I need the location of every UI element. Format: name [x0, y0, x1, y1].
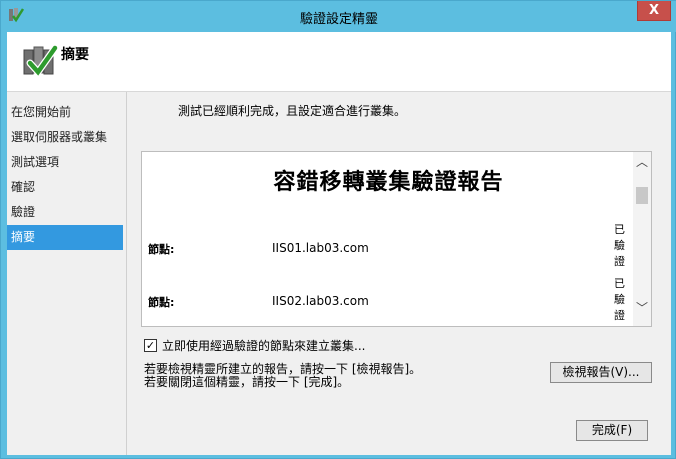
- wizard-steps-sidebar: 在您開始前 選取伺服器或叢集 測試選項 確認 驗證 摘要: [7, 92, 127, 455]
- sidebar-item-validating[interactable]: 驗證: [7, 200, 123, 225]
- close-button[interactable]: X: [637, 1, 671, 21]
- summary-panel: 測試已經順利完成，且設定適合進行叢集。 容錯移轉叢集驗證報告 節點: IIS01…: [128, 92, 671, 455]
- report-title: 容錯移轉叢集驗證報告: [273, 170, 504, 195]
- sidebar-item-testing-options[interactable]: 測試選項: [7, 150, 123, 175]
- wizard-window: 驗證設定精靈 X 摘要 在您開始前 選取伺服器或叢集 測試選項 確認 驗證 摘要…: [0, 0, 676, 459]
- finish-button[interactable]: 完成(F): [576, 420, 648, 441]
- create-cluster-label[interactable]: 立即使用經過驗證的節點來建立叢集...: [162, 337, 365, 354]
- sidebar-item-summary[interactable]: 摘要: [7, 225, 123, 250]
- scroll-down-icon[interactable]: ﹀: [633, 300, 651, 316]
- report-content: 容錯移轉叢集驗證報告 節點: IIS01.lab03.com 已驗證 節點: I…: [142, 152, 635, 326]
- title-bar[interactable]: 驗證設定精靈 X: [1, 1, 676, 32]
- page-title: 摘要: [61, 47, 89, 63]
- view-report-button[interactable]: 檢視報告(V)...: [550, 362, 652, 383]
- report-viewer[interactable]: 容錯移轉叢集驗證報告 節點: IIS01.lab03.com 已驗證 節點: I…: [141, 151, 652, 327]
- report-scrollbar[interactable]: ︿ ﹀: [633, 152, 651, 326]
- create-cluster-checkbox[interactable]: ✓: [144, 339, 157, 352]
- validated-servers-icon: [23, 44, 59, 78]
- window-title: 驗證設定精靈: [299, 12, 378, 27]
- sidebar-item-before-you-begin[interactable]: 在您開始前: [7, 100, 123, 125]
- scroll-up-icon[interactable]: ︿: [633, 154, 651, 170]
- instructions-note: 若要檢視精靈所建立的報告，請按一下 [檢視報告]。 若要關閉這個精靈，請按一下 …: [144, 363, 421, 389]
- node-status: 已驗證: [614, 277, 625, 322]
- wizard-body: 在您開始前 選取伺服器或叢集 測試選項 確認 驗證 摘要 測試已經順利完成，且設…: [7, 92, 671, 455]
- create-cluster-option[interactable]: ✓ 立即使用經過驗證的節點來建立叢集...: [144, 337, 365, 354]
- finish-hint: 若要關閉這個精靈，請按一下 [完成]。: [144, 375, 350, 389]
- sidebar-item-confirmation[interactable]: 確認: [7, 175, 123, 200]
- node-name: IIS02.lab03.com: [272, 294, 369, 308]
- node-name: IIS01.lab03.com: [272, 241, 369, 255]
- page-header: 摘要: [7, 32, 671, 92]
- node-status: 已驗證: [614, 223, 625, 268]
- result-message: 測試已經順利完成，且設定適合進行叢集。: [178, 104, 407, 118]
- sidebar-item-select-servers[interactable]: 選取伺服器或叢集: [7, 125, 123, 150]
- scroll-thumb[interactable]: [636, 187, 648, 204]
- node-label: 節點:: [148, 243, 175, 256]
- node-label: 節點:: [148, 296, 175, 309]
